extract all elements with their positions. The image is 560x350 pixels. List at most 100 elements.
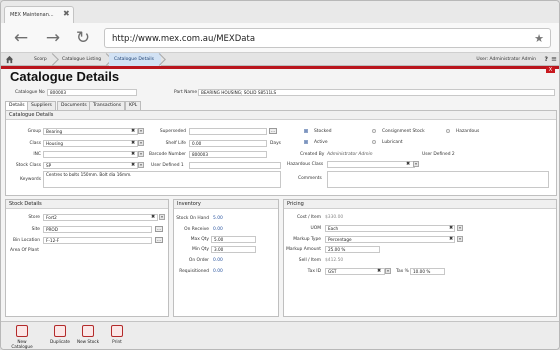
group-select[interactable]: Bearing	[43, 128, 138, 135]
new-catalogue-button[interactable]: New Catalogue	[7, 324, 37, 349]
markup-type-select[interactable]: Percentage	[325, 236, 455, 243]
markup-amount-field[interactable]: 25.00 %	[325, 246, 380, 253]
chevron-down-icon[interactable]: ▾	[138, 162, 144, 168]
tax-pct-label: Tax %	[396, 269, 409, 274]
clear-icon[interactable]: ✖	[449, 225, 453, 231]
user-defined-1-label: User Defined 1	[151, 163, 184, 168]
clear-icon[interactable]: ✖	[151, 214, 155, 220]
clear-icon[interactable]: ✖	[449, 236, 453, 242]
inventory-panel: Inventory Stock On Hand 5.00 On Receive …	[173, 199, 279, 317]
breadcrumb-item-active[interactable]: Catalogue Details	[109, 53, 161, 66]
new-stock-icon	[82, 325, 94, 337]
tab-suppliers[interactable]: Suppliers	[27, 101, 56, 110]
user-defined-1-field[interactable]	[189, 162, 281, 169]
on-order-label: On Order	[188, 258, 209, 263]
clear-icon[interactable]: ✖	[131, 128, 135, 134]
lubricant-radio[interactable]	[372, 140, 376, 144]
bookmark-star-icon[interactable]: ★	[534, 32, 544, 45]
clear-icon[interactable]: ✖	[131, 151, 135, 157]
pricing-panel: Pricing Cost / Item $330.00 UOM Each ✖ ▾…	[283, 199, 557, 317]
duplicate-button[interactable]: Duplicate	[45, 324, 75, 349]
clear-icon[interactable]: ✖	[131, 162, 135, 168]
superseded-lookup-button[interactable]: ...	[269, 128, 277, 134]
site-lookup-button[interactable]: ...	[155, 226, 163, 232]
sell-value: $412.50	[325, 258, 344, 263]
help-icon[interactable]: ?	[545, 53, 548, 66]
browser-tab-title: MEX Maintenan...	[10, 12, 54, 18]
cost-value: $330.00	[325, 215, 344, 220]
clear-icon[interactable]: ✖	[131, 140, 135, 146]
new-stock-button[interactable]: New Stock	[73, 324, 103, 349]
keywords-field[interactable]: Centres to bolts 150mm. Bolt dia 16mm.	[43, 171, 281, 188]
close-icon[interactable]: ✖	[63, 10, 70, 18]
stock-class-label: Stock Class	[15, 163, 41, 168]
hazardous-class-select[interactable]	[327, 161, 415, 168]
breadcrumb-item[interactable]: Scorp	[29, 53, 54, 66]
home-icon[interactable]	[5, 55, 14, 64]
stock-details-panel: Stock Details Store Fort2 ✖ ▾ Site PROD …	[5, 199, 169, 317]
area-of-plant-label: Area Of Plant	[10, 248, 39, 253]
back-arrow-icon[interactable]: ←	[11, 29, 31, 47]
shelf-life-field[interactable]: 0.00	[189, 140, 267, 147]
superseded-label: Superseded	[159, 129, 186, 134]
breadcrumb: Scorp Catalogue Listing Catalogue Detail…	[1, 53, 559, 66]
comments-label: Comments	[298, 176, 322, 181]
min-qty-field[interactable]: 3.00	[211, 246, 256, 253]
new-stock-label: New Stock	[76, 339, 100, 344]
clear-icon[interactable]: ✖	[377, 268, 381, 274]
tab-transactions[interactable]: Transactions	[89, 101, 126, 110]
chevron-down-icon[interactable]: ▾	[138, 140, 144, 146]
tab-kpl[interactable]: KPL	[125, 101, 142, 110]
duplicate-label: Duplicate	[50, 339, 70, 344]
tab-documents[interactable]: Documents	[57, 101, 91, 110]
tax-id-select[interactable]: GST	[325, 268, 385, 275]
markup-amount-label: Markup Amount	[286, 247, 321, 252]
catalogue-no-field[interactable]: 800003	[47, 89, 137, 96]
reload-icon[interactable]: ↻	[73, 29, 93, 47]
lubricant-label: Lubricant	[382, 140, 403, 145]
barcode-field[interactable]: 800003	[189, 151, 267, 158]
hazardous-radio[interactable]	[446, 129, 450, 133]
page-title: Catalogue Details	[10, 69, 120, 84]
cost-label: Cost / Item	[296, 215, 321, 220]
class-select[interactable]: Housing	[43, 140, 138, 147]
bin-lookup-button[interactable]: ...	[155, 237, 163, 243]
browser-tab[interactable]: MEX Maintenan... ✖	[4, 6, 74, 23]
superseded-field[interactable]	[189, 128, 267, 135]
comments-field[interactable]	[327, 171, 549, 188]
store-select[interactable]: Fort2	[43, 214, 158, 221]
hazardous-label: Hazardous	[456, 129, 480, 134]
forward-arrow-icon[interactable]: →	[43, 29, 63, 47]
stocked-checkbox[interactable]	[304, 129, 308, 133]
site-field[interactable]: PROD	[43, 226, 152, 233]
chevron-down-icon[interactable]: ▾	[138, 128, 144, 134]
requisitioned-label: Requisitioned	[179, 269, 209, 274]
part-name-field[interactable]: BEARING HOUSING; SOLID S8511LS	[198, 89, 555, 96]
new-catalogue-label: New Catalogue	[11, 339, 33, 349]
active-checkbox[interactable]	[304, 140, 308, 144]
new-document-icon	[16, 325, 28, 337]
clear-icon[interactable]: ✖	[406, 161, 410, 167]
tab-details[interactable]: Details	[5, 101, 29, 110]
close-page-icon[interactable]: X	[546, 67, 555, 73]
address-bar[interactable]: http://www.mex.com.au/MEXData ★	[104, 28, 551, 48]
uom-label: UOM	[310, 226, 321, 231]
max-qty-field[interactable]: 5.00	[211, 236, 256, 243]
bin-location-field[interactable]: F-12-F	[43, 237, 152, 244]
breadcrumb-item[interactable]: Catalogue Listing	[57, 53, 108, 66]
inc-select[interactable]	[43, 151, 138, 158]
print-button[interactable]: Print	[102, 324, 132, 349]
shelf-life-label: Shelf Life	[165, 141, 186, 146]
tax-pct-field[interactable]: 10.00 %	[410, 268, 445, 275]
uom-select[interactable]: Each	[325, 225, 455, 232]
class-label: Class	[29, 141, 41, 146]
menu-icon[interactable]: ≡	[551, 53, 557, 66]
chevron-down-icon[interactable]: ▾	[457, 236, 463, 242]
on-receive-value: 0.00	[213, 227, 223, 232]
chevron-down-icon[interactable]: ▾	[413, 161, 419, 167]
chevron-down-icon[interactable]: ▾	[457, 225, 463, 231]
stock-class-select[interactable]: SP	[43, 162, 138, 169]
chevron-down-icon[interactable]: ▾	[159, 214, 165, 220]
consignment-radio[interactable]	[372, 129, 376, 133]
chevron-down-icon[interactable]: ▾	[385, 268, 391, 274]
